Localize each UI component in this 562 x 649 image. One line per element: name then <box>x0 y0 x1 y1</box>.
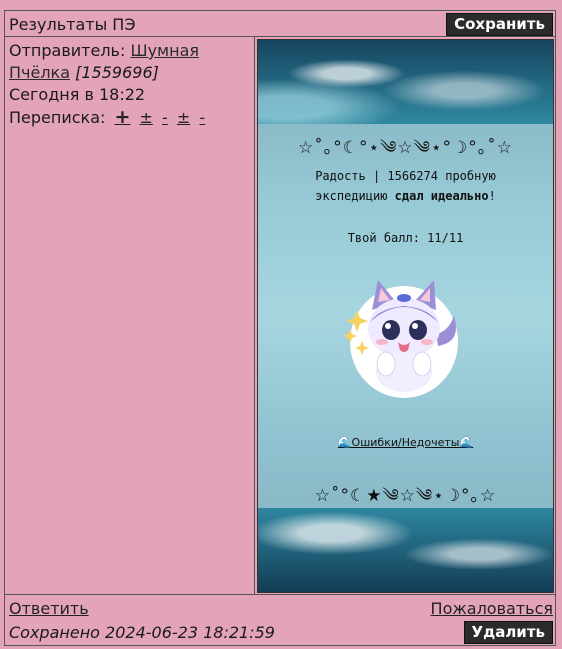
score-text: Твой балл: 11/11 <box>347 231 464 245</box>
result-line-1: Радость | 1566274 пробную <box>315 169 496 183</box>
message-card: ☆˚｡°☾°⋆༄☆༄⋆°☽°｡˚☆ Радость | 1566274 проб… <box>257 39 554 593</box>
message-header: Результаты ПЭ Сохранить <box>5 11 555 37</box>
sender-panel: Отправитель: Шумная Пчёлка [1559696] Сег… <box>5 37 255 594</box>
correspondence-link-1[interactable]: + <box>114 106 130 128</box>
reply-link[interactable]: Ответить <box>9 599 89 618</box>
ocean-wave-image-top <box>258 40 553 124</box>
sender-line: Отправитель: Шумная <box>9 40 250 62</box>
sender-line-2: Пчёлка [1559696] <box>9 62 250 84</box>
card-panel: ☆˚｡°☾°⋆༄☆༄⋆°☽°｡˚☆ Радость | 1566274 проб… <box>258 124 553 510</box>
correspondence-label: Переписка: <box>9 108 106 127</box>
message-frame: Результаты ПЭ Сохранить Отправитель: Шум… <box>4 10 556 646</box>
correspondence-link-3[interactable]: - <box>162 108 168 127</box>
correspondence-row: Переписка: + ± - ± - <box>9 106 250 129</box>
message-footer: Ответить Пожаловаться Сохранено 2024-06-… <box>5 594 555 645</box>
wave-icon: 🌊 <box>337 436 352 449</box>
sender-name-link-2[interactable]: Пчёлка <box>9 63 70 82</box>
errors-link-label: Ошибки/Недочеты <box>351 436 460 449</box>
sender-label: Отправитель: <box>9 41 126 60</box>
saved-timestamp: Сохранено 2024-06-23 18:21:59 <box>9 623 275 642</box>
cat-sticker-image <box>343 280 458 398</box>
message-title: Результаты ПЭ <box>9 15 136 34</box>
result-line-2-bold: сдал идеально <box>394 189 489 203</box>
result-line-2-post: ! <box>488 189 496 203</box>
wave-icon: 🌊 <box>459 436 474 449</box>
sender-id: [1559696] <box>75 63 159 82</box>
correspondence-link-4[interactable]: ± <box>177 108 190 127</box>
result-line-2-pre: экспедицию <box>315 189 395 203</box>
save-button[interactable]: Сохранить <box>446 13 553 36</box>
report-link[interactable]: Пожаловаться <box>431 599 553 618</box>
message-date: Сегодня в 18:22 <box>9 85 146 104</box>
ocean-wave-image-bottom <box>258 508 553 592</box>
correspondence-link-2[interactable]: ± <box>140 108 153 127</box>
result-line-2: экспедицию сдал идеально! <box>268 186 543 206</box>
delete-button[interactable]: Удалить <box>463 621 553 644</box>
correspondence-link-5[interactable]: - <box>199 108 205 127</box>
result-message: Радость | 1566274 пробную экспедицию сда… <box>268 166 543 206</box>
errors-link[interactable]: 🌊Ошибки/Недочеты🌊 <box>258 436 553 449</box>
sender-name-link[interactable]: Шумная <box>130 41 199 60</box>
